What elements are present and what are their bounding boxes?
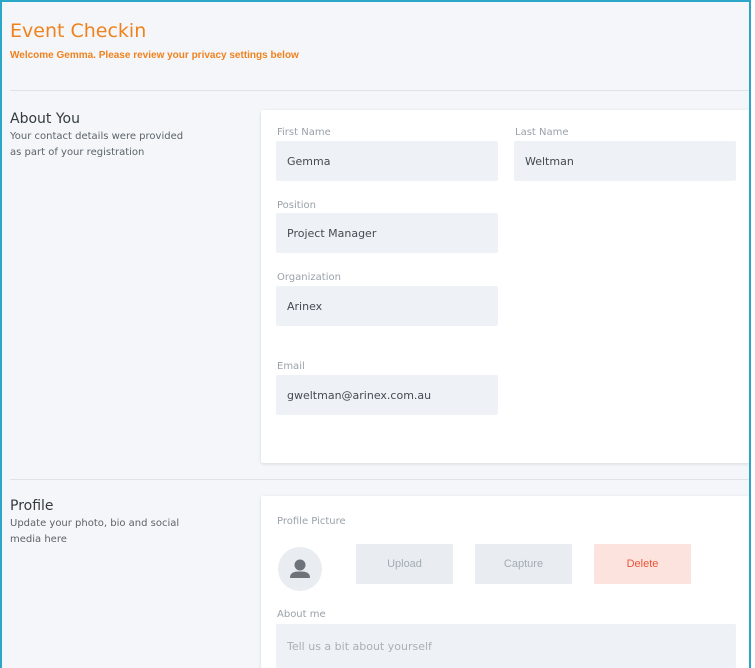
header-divider xyxy=(10,90,749,91)
last-name-field[interactable]: Weltman xyxy=(514,141,736,181)
last-name-value: Weltman xyxy=(525,154,574,168)
position-label: Position xyxy=(277,200,316,211)
about-card: First Name Gemma Last Name Weltman Posit… xyxy=(261,110,749,463)
about-me-placeholder: Tell us a bit about yourself xyxy=(287,639,432,653)
page-title: Event Checkin xyxy=(10,20,147,42)
organization-field[interactable]: Arinex xyxy=(276,286,498,326)
profile-section-description: Update your photo, bio and social media … xyxy=(10,518,180,545)
section-divider xyxy=(10,479,749,480)
page-header: Event Checkin Welcome Gemma. Please revi… xyxy=(10,20,299,61)
avatar xyxy=(278,547,322,591)
position-field[interactable]: Project Manager xyxy=(276,213,498,253)
upload-button[interactable]: Upload xyxy=(356,544,453,584)
first-name-value: Gemma xyxy=(287,154,331,168)
user-icon xyxy=(290,559,310,578)
about-section-title: About You xyxy=(10,111,80,127)
about-section-description: Your contact details were provided as pa… xyxy=(10,131,184,158)
organization-label: Organization xyxy=(277,272,341,283)
capture-button[interactable]: Capture xyxy=(475,544,572,584)
profile-picture-label: Profile Picture xyxy=(277,516,346,527)
last-name-label: Last Name xyxy=(515,127,569,138)
email-value: gweltman@arinex.com.au xyxy=(287,388,432,402)
page-subtitle: Welcome Gemma. Please review your privac… xyxy=(10,50,299,61)
delete-button[interactable]: Delete xyxy=(594,544,691,584)
organization-value: Arinex xyxy=(287,299,323,313)
about-me-label: About me xyxy=(277,609,326,620)
profile-card: Profile Picture Upload Capture Delete Ab… xyxy=(261,496,749,668)
position-value: Project Manager xyxy=(287,226,377,240)
email-label: Email xyxy=(277,361,305,372)
first-name-field[interactable]: Gemma xyxy=(276,141,498,181)
page-frame: Event Checkin Welcome Gemma. Please revi… xyxy=(0,0,751,668)
profile-section-title: Profile xyxy=(10,498,54,514)
email-field[interactable]: gweltman@arinex.com.au xyxy=(276,375,498,415)
about-me-textarea[interactable]: Tell us a bit about yourself xyxy=(276,624,736,668)
first-name-label: First Name xyxy=(277,127,331,138)
